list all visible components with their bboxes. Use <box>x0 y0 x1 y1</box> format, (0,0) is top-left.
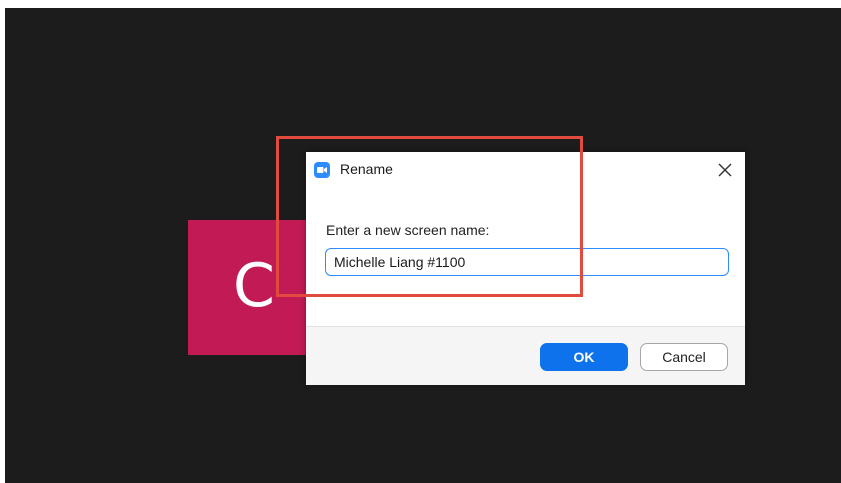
avatar-initial: C <box>233 251 275 321</box>
zoom-camera-icon <box>314 162 330 178</box>
cancel-button[interactable]: Cancel <box>640 343 728 371</box>
screen-name-prompt: Enter a new screen name: <box>326 222 490 238</box>
screenshot-frame: C Rename Enter a new screen name: OK Can <box>0 0 841 483</box>
ok-button[interactable]: OK <box>540 343 628 371</box>
dialog-titlebar: Rename <box>306 152 745 186</box>
dialog-title: Rename <box>340 161 393 177</box>
close-button[interactable] <box>713 158 737 182</box>
screen-name-input[interactable] <box>325 248 729 276</box>
rename-dialog: Rename Enter a new screen name: OK Cance… <box>306 152 745 385</box>
close-icon <box>718 163 732 177</box>
dialog-footer: OK Cancel <box>306 326 745 385</box>
participant-avatar-tile: C <box>188 220 312 355</box>
